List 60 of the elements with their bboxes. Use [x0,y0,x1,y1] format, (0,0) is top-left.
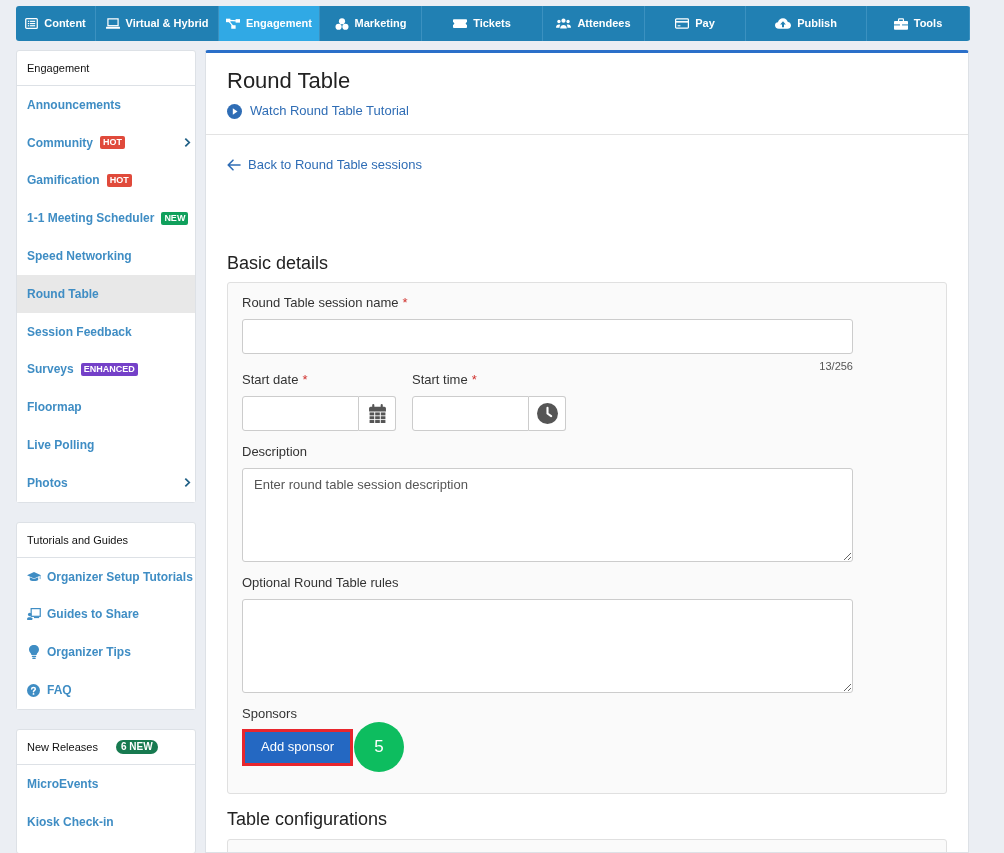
cubes-icon [334,17,349,30]
clock-icon [536,403,558,424]
text-area[interactable] [242,599,853,693]
text-area[interactable]: Enter round table session description [242,468,853,562]
play-circle-icon [227,103,242,119]
step-marker: 5 [354,722,404,772]
nav-tab[interactable]: Tools [867,6,970,41]
field-label: Optional Round Table rules [242,575,399,591]
list-icon [25,18,39,29]
feature-tag: HOT [106,174,132,187]
feature-tag: ENHANCED [80,362,138,376]
required-mark: * [302,372,308,388]
laptop-icon [105,18,120,29]
nav-tab[interactable]: Marketing [320,6,422,41]
required-mark: * [471,372,477,388]
section-heading: Table configurations [227,808,389,830]
cloud-upload-icon [775,18,792,29]
page-title: Round Table [227,68,352,94]
nav-tab[interactable]: Publish [746,6,867,41]
field-label: Start time [412,372,468,388]
calendar-icon [368,404,386,423]
date-input[interactable] [242,396,359,431]
character-counter: 13/256 [819,360,853,372]
connected-nodes-icon [226,18,240,29]
nav-tab[interactable]: Engagement [219,6,320,41]
credit-card-icon [675,18,690,29]
time-input[interactable] [412,396,529,431]
section-title: Engagement [27,60,90,76]
nav-tab[interactable]: Tickets [422,6,543,41]
required-mark: * [402,295,408,311]
nav-tab[interactable]: Content [16,6,96,41]
count-pill: 6 NEW [115,739,158,754]
feature-tag: HOT [100,136,125,150]
back-link[interactable]: Back to Round Table sessions [227,156,422,174]
graduation-cap-icon [27,571,41,582]
section-title: Tutorials and Guides [27,532,129,548]
arrow-left-icon [227,159,241,171]
chevron-right-icon [184,477,191,489]
section-title: New Releases [27,739,98,755]
toolbox-icon [893,17,908,30]
sidebar-item[interactable]: Round Table [17,275,195,313]
users-icon [556,18,572,29]
ticket-icon [453,19,468,28]
feature-tag: NEW [161,211,189,225]
chevron-right-icon [184,137,191,149]
clock-button[interactable] [529,396,566,431]
field-label: Sponsors [242,706,297,722]
text-input[interactable] [242,319,853,354]
nav-tab[interactable]: Attendees [543,6,645,41]
add-button[interactable]: Add sponsor [242,728,353,766]
section-heading: Basic details [227,252,330,274]
lightbulb-icon [29,645,39,660]
field-label: Round Table session name [242,295,399,311]
field-label: Start date [242,372,299,388]
calendar-button[interactable] [359,396,396,431]
nav-tab[interactable]: Pay [645,6,746,41]
tutorial-link[interactable]: Watch Round Table Tutorial [227,102,409,120]
field-label: Description [242,444,308,460]
help-icon [27,683,40,697]
presentation-board-icon [27,608,41,621]
